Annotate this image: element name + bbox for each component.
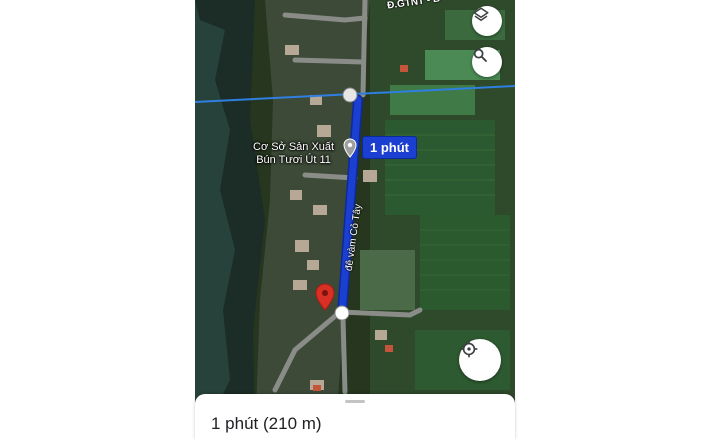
layers-icon: [473, 7, 489, 21]
map-view[interactable]: Đ.GTNT - B Cơ Sở Sản Xuất Bún Tươi Út 11…: [195, 0, 515, 440]
route-duration: 1 phút: [211, 414, 259, 433]
route-end-dot: [334, 305, 350, 321]
search-icon: [473, 48, 487, 62]
place-name-line1: Cơ Sở Sản Xuất: [253, 141, 335, 153]
search-button[interactable]: [472, 47, 502, 77]
route-start-dot: [342, 87, 358, 103]
route-duration-badge[interactable]: 1 phút: [362, 136, 417, 159]
my-location-icon: [460, 340, 478, 358]
my-location-button[interactable]: [459, 339, 501, 381]
route-bottom-sheet[interactable]: 1 phút (210 m): [195, 394, 515, 440]
route-summary: 1 phút (210 m): [211, 414, 322, 434]
place-label[interactable]: Cơ Sở Sản Xuất Bún Tươi Út 11: [253, 141, 334, 167]
sheet-drag-handle[interactable]: [345, 400, 365, 403]
route-distance: (210 m): [263, 414, 322, 433]
place-name-line2: Bún Tươi Út 11: [256, 154, 331, 166]
layers-button[interactable]: [472, 6, 502, 36]
